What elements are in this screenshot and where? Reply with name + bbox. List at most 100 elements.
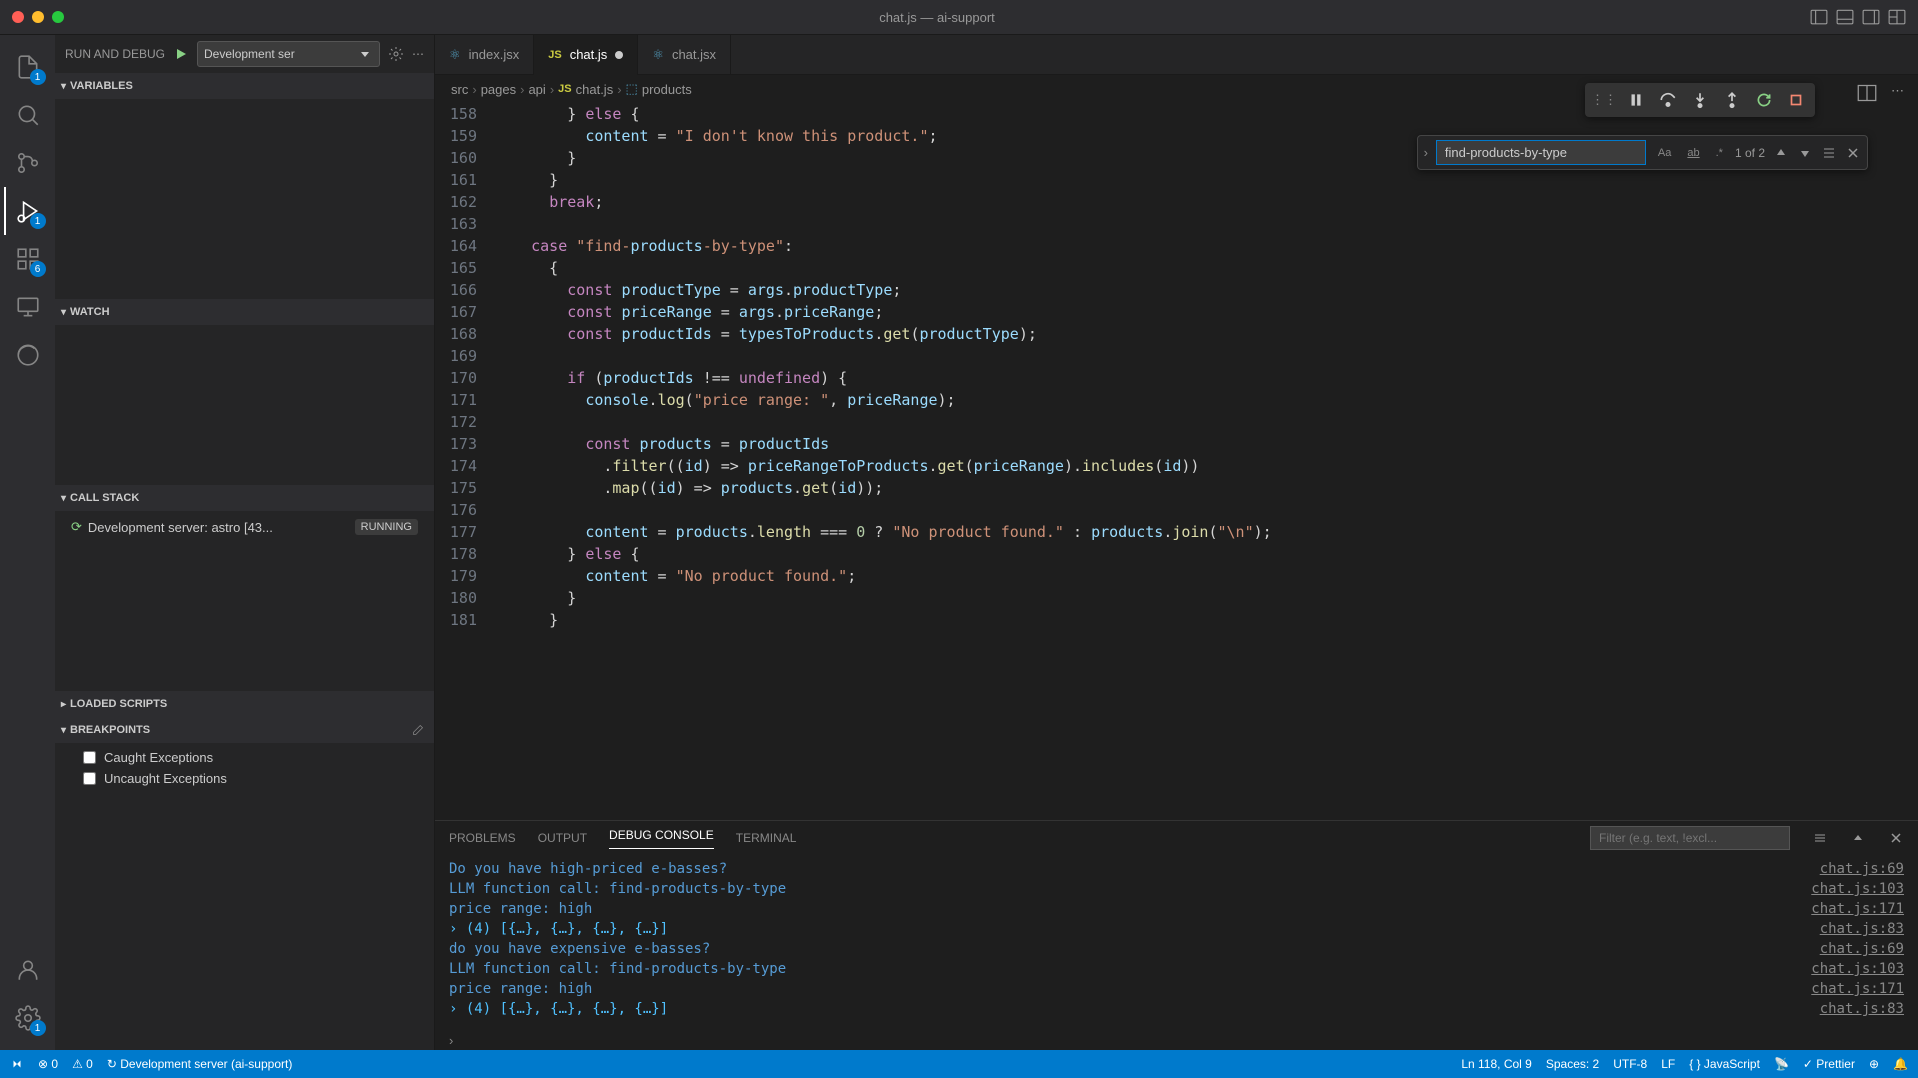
toggle-replace-icon[interactable]: › [1424,145,1428,160]
find-input[interactable] [1436,140,1646,165]
watch-section [55,325,434,485]
remote-explorer-button[interactable] [4,283,52,331]
language-mode[interactable]: { } JavaScript [1689,1057,1760,1071]
code-content[interactable]: } else { content = "I don't know this pr… [495,103,1918,820]
more-editor-actions-icon[interactable]: ⋯ [1891,83,1904,103]
settings-gear-icon[interactable] [388,46,404,62]
callstack-item-label: Development server: astro [43... [88,520,273,535]
callstack-item[interactable]: ⟳ Development server: astro [43... RUNNI… [65,515,424,539]
react-icon: ⚛ [652,47,664,63]
restart-icon[interactable] [1751,87,1777,113]
sidebar: RUN AND DEBUG Development ser ⋯ VARIABLE… [55,35,435,1050]
watch-section-header[interactable]: WATCH [55,299,434,325]
edge-tools-button[interactable] [4,331,52,379]
callstack-section-header[interactable]: CALL STACK [55,485,434,511]
stop-icon[interactable] [1783,87,1809,113]
drag-handle-icon[interactable]: ⋮⋮ [1591,87,1617,113]
symbol-icon: ⬚ [626,81,638,97]
collapse-panel-icon[interactable] [1850,830,1866,846]
close-window-button[interactable] [12,11,24,23]
edit-breakpoints-icon[interactable] [412,724,424,736]
line-gutter: 1581591601611621631641651661671681691701… [435,103,495,820]
toggle-secondary-sidebar-icon[interactable] [1862,8,1880,26]
tab-index-jsx[interactable]: ⚛ index.jsx [435,35,534,75]
minimize-window-button[interactable] [32,11,44,23]
layout-controls [1810,8,1906,26]
go-live-button[interactable]: 📡 [1774,1057,1789,1071]
feedback-icon[interactable]: ⊕ [1869,1057,1879,1071]
panel-tabs: PROBLEMS OUTPUT DEBUG CONSOLE TERMINAL [435,821,1918,855]
editor-tabs: ⚛ index.jsx JS chat.js ⚛ chat.jsx [435,35,1918,75]
explorer-badge: 1 [30,69,46,85]
extensions-view-button[interactable]: 6 [4,235,52,283]
launch-config-dropdown[interactable]: Development ser [197,41,380,67]
explorer-view-button[interactable]: 1 [4,43,52,91]
window-title: chat.js — ai-support [64,10,1810,25]
clear-console-icon[interactable] [1812,830,1828,846]
panel-tab-terminal[interactable]: TERMINAL [736,831,797,845]
debug-header: RUN AND DEBUG Development ser ⋯ [55,35,434,73]
loaded-scripts-section-header[interactable]: LOADED SCRIPTS [55,691,434,717]
variables-section [55,99,434,299]
notifications-icon[interactable]: 🔔 [1893,1057,1908,1071]
window-controls [12,11,64,23]
panel-tab-debug-console[interactable]: DEBUG CONSOLE [609,828,714,849]
step-into-icon[interactable] [1687,87,1713,113]
indentation[interactable]: Spaces: 2 [1546,1057,1599,1071]
toggle-primary-sidebar-icon[interactable] [1810,8,1828,26]
console-prompt[interactable]: › [435,1031,1918,1050]
panel-tab-output[interactable]: OUTPUT [538,831,587,845]
next-match-icon[interactable] [1797,145,1813,161]
prettier-status[interactable]: ✓ Prettier [1803,1057,1855,1071]
code-editor[interactable]: 1581591601611621631641651661671681691701… [435,103,1918,820]
console-filter-input[interactable] [1590,826,1790,850]
source-control-view-button[interactable] [4,139,52,187]
cursor-position[interactable]: Ln 118, Col 9 [1461,1057,1532,1071]
pause-icon[interactable] [1623,87,1649,113]
statusbar: ⊗ 0 ⚠ 0 ↻ Development server (ai-support… [0,1050,1918,1078]
settings-badge: 1 [30,1020,46,1036]
tab-chat-js[interactable]: JS chat.js [534,35,638,75]
breakpoint-uncaught[interactable]: Uncaught Exceptions [55,768,434,789]
react-icon: ⚛ [449,47,461,63]
step-over-icon[interactable] [1655,87,1681,113]
find-in-selection-icon[interactable] [1821,145,1837,161]
debug-toolbar: ⋮⋮ [1585,83,1815,117]
run-debug-view-button[interactable]: 1 [4,187,52,235]
regex-toggle[interactable]: .* [1712,145,1727,161]
prev-match-icon[interactable] [1773,145,1789,161]
warnings-count[interactable]: ⚠ 0 [72,1057,93,1071]
close-panel-icon[interactable] [1888,830,1904,846]
split-editor-icon[interactable] [1857,83,1877,103]
customize-layout-icon[interactable] [1888,8,1906,26]
variables-section-header[interactable]: VARIABLES [55,73,434,99]
js-icon: JS [548,49,561,61]
more-actions-icon[interactable]: ⋯ [412,47,424,61]
search-view-button[interactable] [4,91,52,139]
running-task[interactable]: ↻ Development server (ai-support) [107,1057,292,1071]
match-case-toggle[interactable]: Aa [1654,145,1675,161]
breakpoint-caught-checkbox[interactable] [83,751,96,764]
accounts-button[interactable] [4,946,52,994]
step-out-icon[interactable] [1719,87,1745,113]
toggle-panel-icon[interactable] [1836,8,1854,26]
breakpoint-uncaught-checkbox[interactable] [83,772,96,785]
debug-console-output[interactable]: Do you have high-priced e-basses?chat.js… [435,855,1918,1031]
settings-button[interactable]: 1 [4,994,52,1042]
tab-chat-jsx[interactable]: ⚛ chat.jsx [638,35,731,75]
errors-count[interactable]: ⊗ 0 [38,1057,58,1071]
find-count: 1 of 2 [1735,146,1765,160]
start-debug-icon[interactable] [173,46,189,62]
maximize-window-button[interactable] [52,11,64,23]
find-widget: › Aa ab .* 1 of 2 [1417,135,1868,170]
panel-tab-problems[interactable]: PROBLEMS [449,831,516,845]
breakpoint-caught[interactable]: Caught Exceptions [55,747,434,768]
breakpoints-section-header[interactable]: BREAKPOINTS [55,717,434,743]
encoding[interactable]: UTF-8 [1613,1057,1647,1071]
launch-config-label: Development ser [204,47,295,61]
remote-indicator[interactable] [10,1057,24,1072]
eol[interactable]: LF [1661,1057,1675,1071]
whole-word-toggle[interactable]: ab [1683,145,1703,161]
close-find-icon[interactable] [1845,145,1861,161]
debug-badge: 1 [30,213,46,229]
